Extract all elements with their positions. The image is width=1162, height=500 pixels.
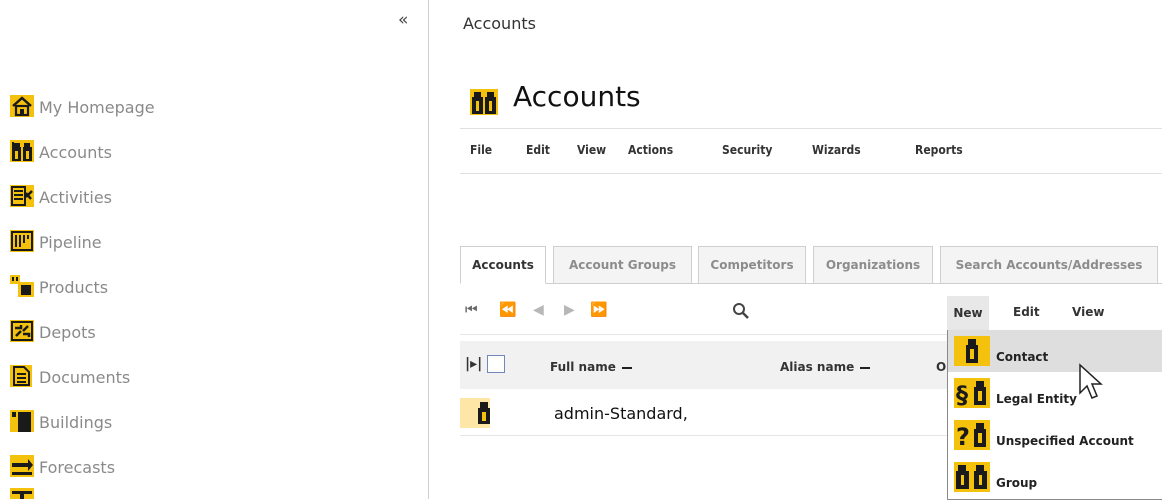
menu-reports[interactable]: Reports (915, 143, 963, 157)
menu-actions[interactable]: Actions (628, 143, 673, 157)
collapse-sidebar-button[interactable]: « (398, 10, 409, 30)
sidebar-item-label: Products (39, 278, 109, 297)
select-all-checkbox[interactable] (487, 355, 505, 373)
sidebar-item-label: Depots (39, 323, 96, 342)
edit-menu-button[interactable]: Edit (1013, 305, 1040, 319)
view-menu-button[interactable]: View (1072, 305, 1104, 319)
contact-icon (478, 402, 490, 424)
sidebar-item-forecasts[interactable]: Forecasts (10, 455, 115, 477)
group-icon (954, 462, 990, 492)
sidebar-item-label: Documents (39, 368, 131, 387)
menu-item-unspecified-account[interactable]: ? Unspecified Account (948, 414, 1162, 456)
sidebar-item-label: Buildings (39, 413, 113, 432)
products-icon (10, 275, 34, 297)
column-full-name[interactable]: Full name (550, 360, 632, 374)
sidebar-item-products[interactable]: Products (10, 275, 108, 297)
menu-item-contact[interactable]: Contact (948, 330, 1162, 372)
buildings-icon (10, 410, 34, 432)
pipeline-icon (10, 230, 34, 252)
sort-icon (860, 366, 871, 369)
menu-bar: File Edit View Actions Security Wizards … (460, 128, 1162, 174)
next-page-icon[interactable]: ▶ (564, 302, 575, 318)
sidebar-item-label: Forecasts (39, 458, 116, 477)
sidebar-item-my-homepage[interactable]: My Homepage (10, 95, 155, 117)
sidebar-divider (428, 0, 429, 499)
row-divider (460, 435, 948, 436)
sidebar-item-accounts[interactable]: Accounts (10, 140, 112, 162)
svg-text:?: ? (956, 423, 970, 450)
accounts-icon (470, 89, 498, 115)
sidebar-item-buildings[interactable]: Buildings (10, 410, 112, 432)
sidebar-item-pipeline[interactable]: Pipeline (10, 230, 102, 252)
home-icon (10, 95, 34, 117)
tab-search-accounts-addresses[interactable]: Search Accounts/Addresses (940, 246, 1158, 284)
sidebar-item-documents[interactable]: Documents (10, 365, 130, 387)
previous-page-icon[interactable]: ◀ (533, 302, 544, 318)
activities-icon (10, 185, 34, 207)
sort-icon (621, 366, 632, 369)
unspecified-account-icon: ? (954, 420, 990, 450)
column-o[interactable]: O (936, 360, 946, 374)
sidebar-item-depots[interactable]: Depots (10, 320, 96, 342)
sidebar: « My Homepage Accounts Activities Pipeli… (0, 0, 428, 499)
menu-item-legal-entity[interactable]: § Legal Entity (948, 372, 1162, 414)
depots-icon (10, 320, 34, 342)
breadcrumb: Accounts (463, 14, 536, 33)
table-header: |▸| Full name Alias name O (460, 341, 948, 389)
svg-text:§: § (956, 381, 968, 408)
next-fast-icon[interactable]: ⏩ (590, 302, 607, 318)
search-icon[interactable] (732, 302, 750, 320)
toolbar-divider (460, 334, 948, 335)
menu-security[interactable]: Security (722, 143, 772, 157)
first-page-icon[interactable]: ⏮ (465, 302, 478, 318)
table-row[interactable]: admin-Standard, (554, 404, 688, 423)
column-alias-name[interactable]: Alias name (780, 360, 871, 374)
menu-wizards[interactable]: Wizards (812, 143, 861, 157)
sidebar-item-activities[interactable]: Activities (10, 185, 112, 207)
new-dropdown-menu: Contact § Legal Entity ? Unspecified Acc… (947, 330, 1162, 500)
tab-competitors[interactable]: Competitors (698, 246, 806, 284)
documents-icon (10, 365, 32, 387)
menu-item-group[interactable]: Group (948, 456, 1162, 498)
legal-entity-icon: § (954, 378, 990, 408)
accounts-icon (10, 140, 34, 162)
previous-fast-icon[interactable]: ⏪ (499, 302, 516, 318)
sidebar-item-label: My Homepage (39, 98, 155, 117)
tab-accounts[interactable]: Accounts (460, 246, 546, 284)
contact-icon (954, 336, 990, 366)
tab-account-groups[interactable]: Account Groups (553, 246, 692, 284)
menu-file[interactable]: File (470, 143, 492, 157)
forecasts-icon (10, 455, 34, 477)
sidebar-item-label: Pipeline (39, 233, 102, 252)
expand-columns-icon[interactable]: |▸| (465, 356, 482, 372)
sidebar-item-label: Accounts (39, 143, 112, 162)
menu-edit[interactable]: Edit (526, 143, 550, 157)
sidebar-item-label: Activities (39, 188, 112, 207)
tab-organizations[interactable]: Organizations (813, 246, 933, 284)
page-title: Accounts (513, 80, 641, 113)
menu-view[interactable]: View (577, 143, 606, 157)
reports-icon (10, 488, 34, 499)
new-menu-button[interactable]: New (947, 296, 989, 330)
